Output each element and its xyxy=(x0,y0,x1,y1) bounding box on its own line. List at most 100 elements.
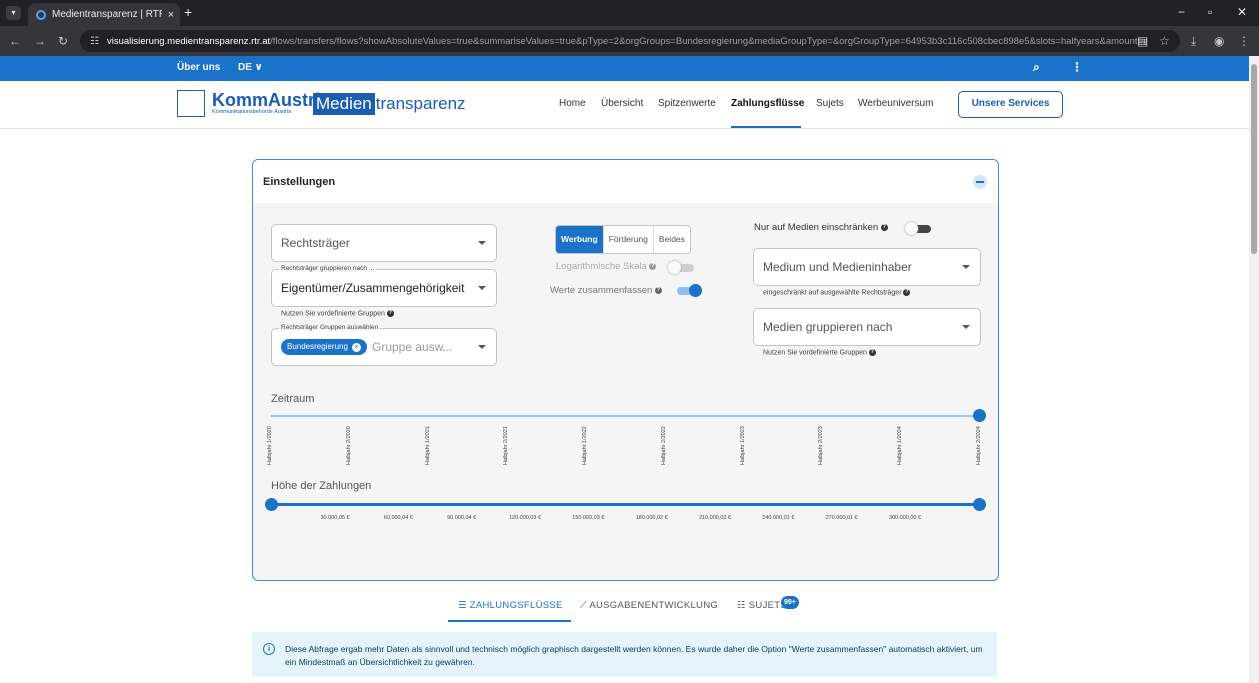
chevron-down-icon xyxy=(478,345,486,349)
log-scale-toggle[interactable] xyxy=(668,261,694,274)
close-window-icon[interactable]: ✕ xyxy=(1237,5,1247,19)
scrollbar-thumb[interactable] xyxy=(1251,64,1257,254)
help-icon[interactable]: ? xyxy=(903,289,911,296)
groups-label: Rechtsträger Gruppen auswählen xyxy=(279,324,381,331)
menu-werbeuniversum[interactable]: Werbeuniversum xyxy=(858,98,933,109)
rechtstraeger-select[interactable]: Rechtsträger xyxy=(271,224,497,262)
chevron-down-icon xyxy=(478,286,486,290)
media-group-select[interactable]: Medien gruppieren nach xyxy=(753,308,981,346)
group-hint: Nutzen Sie vordefinierte Gruppen ? xyxy=(281,310,394,318)
zeitraum-track[interactable] xyxy=(271,415,980,417)
period-tick-label: Halbjahr 2/2020 xyxy=(345,426,352,465)
help-icon[interactable]: ? xyxy=(868,349,876,356)
chevron-down-icon xyxy=(962,325,970,329)
tab-sujets[interactable]: ☷ SUJETS xyxy=(737,600,787,611)
tab-ausgabenentwicklung[interactable]: ⟋ AUSGABENENTWICKLUNG xyxy=(580,600,718,611)
forward-icon[interactable]: → xyxy=(34,34,46,48)
only-media-toggle[interactable] xyxy=(905,222,931,235)
logo-subtitle: Kommunikationsbehörde Austria xyxy=(212,109,292,115)
settings-header[interactable]: Einstellungen xyxy=(253,160,998,203)
info-icon: i xyxy=(263,643,275,655)
type-segmented-control: Werbung Förderung Beides xyxy=(555,225,691,254)
settings-title: Einstellungen xyxy=(263,176,336,188)
help-icon[interactable]: ? xyxy=(649,262,657,270)
hoehe-label: Höhe der Zahlungen xyxy=(271,480,372,492)
site-header: KommAustria Kommunikationsbehörde Austri… xyxy=(0,81,1249,129)
media-group-hint: Nutzen Sie vordefinierte Gruppen ? xyxy=(763,349,876,357)
page-scrollbar[interactable] xyxy=(1249,56,1259,683)
amount-track[interactable] xyxy=(271,503,980,506)
period-tick-label: Halbjahr 1/2021 xyxy=(424,426,431,465)
seg-foerderung[interactable]: Förderung xyxy=(604,226,654,253)
minimize-icon[interactable]: − xyxy=(1178,5,1185,19)
tab-zahlungsfluesse[interactable]: ☰ ZAHLUNGSFLÜSSE xyxy=(458,600,563,611)
seg-beides[interactable]: Beides xyxy=(654,226,690,253)
tab-title: Medientransparenz | RTR xyxy=(52,9,162,20)
seg-werbung[interactable]: Werbung xyxy=(556,226,604,253)
amount-tick-label: 240.000,01 € xyxy=(762,515,795,521)
groups-select[interactable]: Rechtsträger Gruppen auswählen Bundesreg… xyxy=(271,324,497,366)
url-text: visualisierung.medientransparenz.rtr.at/… xyxy=(106,35,1147,47)
period-tick-label: Halbjahr 2/2022 xyxy=(660,426,667,465)
browser-menu-icon[interactable]: ⋮ xyxy=(1238,34,1250,48)
amount-tick-label: 120.000,03 € xyxy=(508,515,542,521)
tab-list-button[interactable]: ▾ xyxy=(6,6,21,20)
help-icon[interactable]: ? xyxy=(386,310,394,317)
site-info-icon[interactable]: ☷ xyxy=(90,36,99,47)
maximize-icon[interactable]: ▫ xyxy=(1208,5,1212,19)
info-text: Diese Abfrage ergab mehr Daten als sinnv… xyxy=(285,644,983,667)
search-icon[interactable]: ⌕ xyxy=(1033,60,1040,75)
settings-panel: Einstellungen Rechtsträger Rechtsträger … xyxy=(252,159,999,581)
period-tick-label: Halbjahr 1/2023 xyxy=(739,426,746,465)
browser-tabstrip: ▾ Medientransparenz | RTR × + − ▫ ✕ xyxy=(0,0,1259,26)
menu-zahlungsfluesse[interactable]: Zahlungsflüsse xyxy=(731,98,804,109)
group-chip[interactable]: Bundesregierung × xyxy=(281,339,367,355)
amount-tick-label: 90.000,04 € xyxy=(447,515,477,521)
medium-hint: eingeschränkt auf ausgewählte Rechtsträg… xyxy=(763,289,911,297)
browser-tab[interactable]: Medientransparenz | RTR × xyxy=(28,3,180,26)
help-icon[interactable]: ? xyxy=(654,286,662,294)
services-button[interactable]: Unsere Services xyxy=(958,91,1063,118)
translate-icon[interactable]: ▤ xyxy=(1137,34,1148,48)
menu-uebersicht[interactable]: Übersicht xyxy=(601,98,643,109)
only-media-label: Nur auf Medien einschränken ? xyxy=(754,222,888,233)
period-tick-label: Halbjahr 1/2020 xyxy=(267,426,273,465)
summarise-label: Werte zusammenfassen ? xyxy=(550,285,662,296)
menu-home[interactable]: Home xyxy=(559,98,586,109)
bookmark-star-icon[interactable]: ☆ xyxy=(1159,34,1170,48)
collapse-icon[interactable] xyxy=(973,175,987,189)
period-tick-label: Halbjahr 2/2023 xyxy=(818,426,825,465)
language-select[interactable]: DE ∨ xyxy=(238,62,263,73)
chip-remove-icon[interactable]: × xyxy=(351,342,361,352)
more-vert-icon[interactable]: ⋮ xyxy=(1071,60,1083,74)
back-icon[interactable]: ← xyxy=(9,34,21,48)
profile-icon[interactable]: ◉ xyxy=(1214,34,1224,48)
log-scale-label: Logarithmische Skala ? xyxy=(556,261,657,272)
kommaustria-logo-icon[interactable] xyxy=(177,90,205,117)
download-icon[interactable]: ⤓ xyxy=(1191,34,1196,49)
address-bar[interactable]: ☷ visualisierung.medientransparenz.rtr.a… xyxy=(80,30,1180,52)
amount-min-handle[interactable] xyxy=(265,498,278,511)
period-tick-label: Halbjahr 2/2021 xyxy=(503,426,510,465)
menu-spitzenwerte[interactable]: Spitzenwerte xyxy=(658,98,716,109)
about-link[interactable]: Über uns xyxy=(177,62,220,73)
reload-icon[interactable]: ↻ xyxy=(58,34,68,48)
active-menu-indicator xyxy=(731,126,801,128)
group-by-select[interactable]: Rechtsträger gruppieren nach ... Eigentü… xyxy=(271,265,497,307)
period-tick-label: Halbjahr 2/2024 xyxy=(976,426,982,465)
group-by-value: Eigentümer/Zusammengehörigkeit xyxy=(281,281,465,295)
new-tab-button[interactable]: + xyxy=(184,4,192,20)
menu-sujets[interactable]: Sujets xyxy=(816,98,844,109)
summarise-toggle[interactable] xyxy=(677,284,702,297)
tab-favicon-icon xyxy=(36,9,46,20)
help-icon[interactable]: ? xyxy=(880,223,888,231)
tab-close-icon[interactable]: × xyxy=(162,9,180,21)
zeitraum-handle[interactable] xyxy=(973,409,986,422)
period-tick-label: Halbjahr 1/2022 xyxy=(582,426,589,465)
amount-tick-label: 60.000,04 € xyxy=(383,515,413,521)
amount-tick-label: 210.000,02 € xyxy=(698,515,732,521)
medium-select[interactable]: Medium und Medieninhaber xyxy=(753,248,981,286)
amount-max-handle[interactable] xyxy=(973,498,986,511)
period-tick-label: Halbjahr 1/2024 xyxy=(897,426,904,465)
medientransparenz-logo[interactable]: Medien transparenz xyxy=(313,93,466,115)
